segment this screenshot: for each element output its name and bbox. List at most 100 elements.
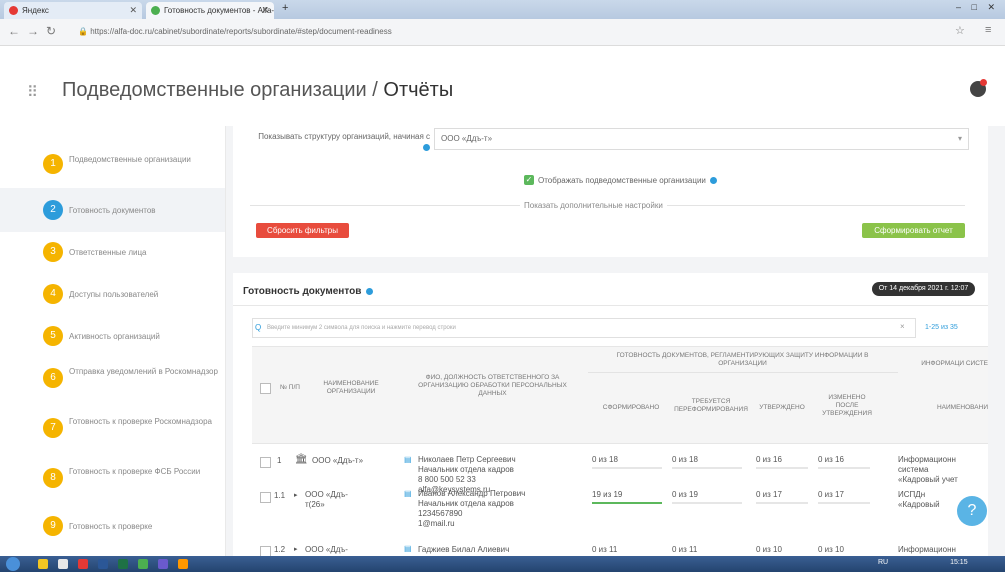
sidebar-item-doc-readiness[interactable]: 2 Готовность документов [0, 188, 225, 232]
site-icon [151, 6, 160, 15]
more-settings-link[interactable]: Показать дополнительные настройки [520, 201, 667, 210]
yandex-browser-icon[interactable] [78, 559, 88, 569]
org-line: ООО «Ддъ- [305, 490, 348, 499]
person-name: Гаджиев Билал Алиевич [418, 545, 510, 554]
address-bar[interactable]: 🔒 https://alfa-doc.ru/cabinet/subordinat… [78, 23, 958, 40]
step-number: 3 [43, 242, 63, 262]
sidebar-item-label: Готовность к проверке Роскомнадзора [69, 417, 212, 426]
reform-value: 0 из 18 [672, 455, 698, 464]
expand-icon[interactable]: ▸ [294, 545, 298, 555]
sidebar-item-label: Доступы пользователей [69, 290, 159, 299]
browser-tab-yandex[interactable]: Яндекс ✕ [4, 2, 142, 19]
reset-filters-button[interactable]: Сбросить фильтры [256, 223, 349, 238]
show-subordinate-checkbox[interactable]: ✓ [524, 175, 534, 185]
word-icon[interactable] [98, 559, 108, 569]
excel-icon[interactable] [118, 559, 128, 569]
app-icon[interactable] [58, 559, 68, 569]
sidebar-item-check[interactable]: 9 Готовность к проверке [0, 504, 225, 548]
approved-value: 0 из 10 [756, 545, 782, 554]
step-number: 1 [43, 154, 63, 174]
row-num: 1 [277, 456, 282, 465]
forward-icon[interactable]: → [27, 24, 39, 38]
breadcrumb-section[interactable]: Подведомственные организации [62, 79, 367, 101]
language-indicator[interactable]: RU [878, 559, 888, 566]
chrome-icon[interactable] [138, 559, 148, 569]
progress-fill [592, 502, 662, 504]
browser-tab-bar: Яндекс ✕ Готовность документов - Alfa-D … [0, 0, 1005, 19]
person-name: Николаев Петр Сергеевич [418, 455, 516, 464]
sidebar-item-label: Отправка уведомлений в Роскомнадзор [69, 367, 218, 376]
column-header-readiness-group: Готовность документов, регламентирующих … [616, 352, 869, 367]
org-name[interactable]: ООО «Ддъ- т(26» [305, 490, 348, 510]
back-icon[interactable]: ← [8, 24, 20, 38]
sidebar-item-rkn-check[interactable]: 7 Готовность к проверке Роскомнадзора [0, 406, 225, 450]
sidebar-item-responsible[interactable]: 3 Ответственные лица [0, 230, 225, 274]
sidebar-item-label: Подведомственные организации [69, 155, 191, 164]
star-icon[interactable]: ☆ [955, 24, 965, 37]
url-text: https://alfa-doc.ru/cabinet/subordinate/… [90, 27, 392, 36]
column-header-reform: Требуется переформирования [674, 398, 748, 413]
build-report-button[interactable]: Сформировать отчет [862, 223, 965, 238]
info-line: Информационн [898, 455, 956, 464]
structure-select[interactable]: ООО «Ддъ-т» ▾ [434, 128, 969, 150]
expand-icon[interactable]: ▸ [294, 491, 298, 501]
sidebar-item-subordinate[interactable]: 1 Подведомственные организации [0, 142, 225, 186]
approved-progress [756, 502, 808, 504]
app-icon[interactable] [178, 559, 188, 569]
document-icon[interactable]: ▤ [404, 455, 412, 465]
step-number: 5 [43, 326, 63, 346]
breadcrumb-current: Отчёты [383, 79, 454, 101]
explorer-icon[interactable] [38, 559, 48, 569]
browser-tab-active[interactable]: Готовность документов - Alfa-D ✕ [146, 2, 274, 19]
reload-icon[interactable]: ↻ [46, 24, 56, 38]
row-checkbox[interactable] [260, 492, 271, 503]
org-name[interactable]: ООО «Ддъ-т» [312, 456, 363, 466]
sidebar-item-user-access[interactable]: 4 Доступы пользователей [0, 272, 225, 316]
row-checkbox[interactable] [260, 457, 271, 468]
org-name[interactable]: ООО «Ддъ- [305, 545, 348, 555]
info-line: ИСПДн [898, 490, 926, 499]
formed-value: 0 из 18 [592, 455, 618, 464]
window-controls[interactable]: – □ ✕ [956, 2, 999, 13]
tab-label: Готовность документов - Alfa-D [164, 6, 274, 15]
sidebar-item-label: Готовность документов [69, 206, 156, 215]
clock[interactable]: 15:15 [950, 559, 968, 566]
column-header-org: Наименование организации [323, 380, 379, 395]
document-icon[interactable]: ▤ [404, 544, 412, 554]
pagination-info[interactable]: 1-25 из 35 [925, 324, 958, 331]
clear-search-icon[interactable]: × [900, 322, 905, 331]
person-phone: 1234567890 [418, 509, 463, 518]
app-icon[interactable] [158, 559, 168, 569]
close-icon[interactable]: ✕ [261, 2, 269, 19]
apps-grid-icon[interactable]: ⠿ [27, 83, 38, 101]
sidebar-item-fsb-check[interactable]: 8 Готовность к проверке ФСБ России [0, 456, 225, 500]
sidebar-item-notifications[interactable]: 6 Отправка уведомлений в Роскомнадзор [0, 356, 225, 400]
changed-progress [818, 502, 870, 504]
sidebar-item-label: Активность организаций [69, 332, 160, 341]
formed-progress [592, 467, 662, 469]
formed-value: 19 из 19 [592, 490, 623, 499]
step-number: 9 [43, 516, 63, 536]
close-icon[interactable]: ✕ [129, 2, 137, 19]
page-title: Подведомственные организации / Отчёты [62, 79, 453, 102]
step-number: 6 [43, 368, 63, 388]
reform-progress [672, 467, 742, 469]
document-icon[interactable]: ▤ [404, 489, 412, 499]
report-date-badge: От 14 декабря 2021 г. 12:07 [872, 282, 975, 296]
menu-icon[interactable]: ≡ [985, 24, 991, 36]
changed-progress [818, 467, 870, 469]
info-line: «Кадровый учет [898, 475, 958, 484]
column-header-changed: Изменено после утверждения [822, 394, 872, 417]
reform-progress [672, 502, 742, 504]
table-search-input[interactable]: Введите минимум 2 символа для поиска и н… [252, 318, 916, 338]
system-tray: RU 15:15 [878, 559, 968, 566]
sidebar-item-activity[interactable]: 5 Активность организаций [0, 314, 225, 358]
help-button[interactable]: ? [957, 496, 987, 526]
start-button-icon[interactable] [6, 557, 20, 571]
select-all-checkbox[interactable] [260, 383, 271, 394]
approved-value: 0 из 16 [756, 455, 782, 464]
new-tab-button[interactable]: + [282, 2, 288, 14]
column-header-person: ФИО, должность ответственного за организ… [418, 374, 567, 397]
row-num: 1.2 [274, 545, 286, 554]
tab-label: Яндекс [22, 6, 49, 15]
